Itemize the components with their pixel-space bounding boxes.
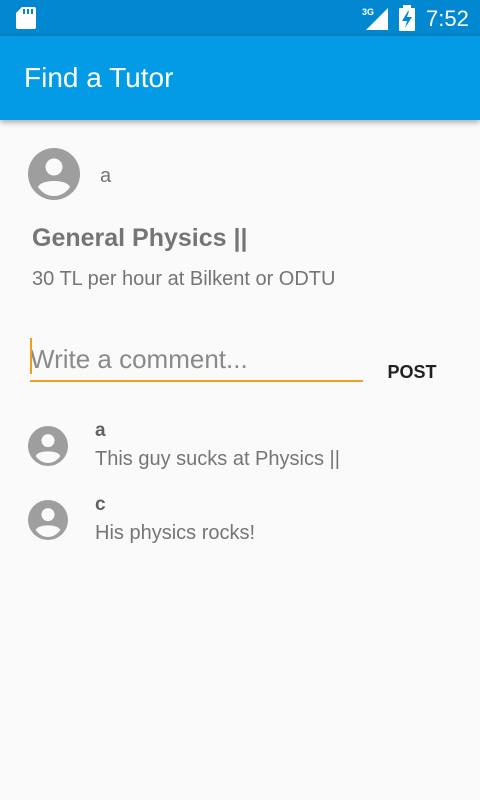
account-circle-icon (28, 500, 68, 540)
post-author-name: a (100, 165, 112, 187)
comment-item: a This guy sucks at Physics || (0, 420, 480, 480)
comment-text: His physics rocks! (95, 522, 256, 544)
comment-text: This guy sucks at Physics || (95, 448, 340, 470)
post-description: 30 TL per hour at Bilkent or ODTU (32, 268, 336, 290)
comment-avatar[interactable] (28, 500, 68, 540)
status-clock: 7:52 (426, 6, 469, 31)
app-title: Find a Tutor (24, 62, 174, 93)
status-bar: 3G 7:52 (0, 0, 480, 36)
comment-author: a (95, 420, 106, 441)
comment-author: c (95, 494, 106, 515)
comment-input[interactable] (30, 338, 363, 382)
post-author-avatar[interactable] (28, 148, 80, 200)
text-cursor (30, 338, 32, 374)
signal-icon: 3G (362, 7, 388, 30)
account-circle-icon (28, 148, 80, 200)
post-title: General Physics || (32, 224, 248, 252)
comment-avatar[interactable] (28, 426, 68, 466)
account-circle-icon (28, 426, 68, 466)
app-bar: Find a Tutor (0, 36, 480, 120)
comment-item: c His physics rocks! (0, 494, 480, 554)
sd-card-icon (16, 7, 36, 29)
network-type-label: 3G (362, 7, 374, 17)
post-comment-button[interactable]: POST (384, 346, 440, 398)
battery-icon (399, 5, 415, 31)
